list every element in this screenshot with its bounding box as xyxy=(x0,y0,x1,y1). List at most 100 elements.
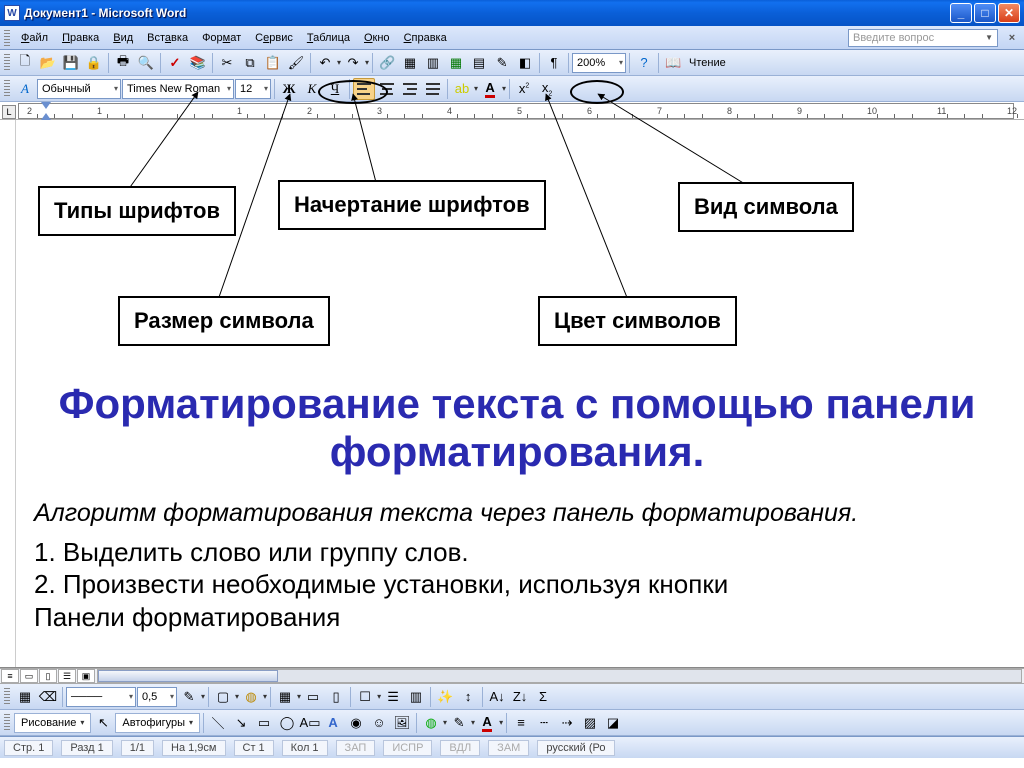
document-content[interactable]: Форматирование текста с помощью панели ф… xyxy=(34,380,1000,633)
toolbar-grip[interactable] xyxy=(4,714,10,732)
toolbar-grip[interactable] xyxy=(4,80,10,98)
maximize-button[interactable]: □ xyxy=(974,3,996,23)
superscript-button[interactable]: x2 xyxy=(513,78,535,100)
eraser-button[interactable]: ⌫ xyxy=(37,686,59,708)
menu-service[interactable]: Сервис xyxy=(248,29,300,47)
close-button[interactable]: ✕ xyxy=(998,3,1020,23)
font-combo[interactable]: Times New Roman ▾ xyxy=(122,79,234,99)
diagram-button[interactable]: ◉ xyxy=(345,712,367,734)
docmap-button[interactable]: ◧ xyxy=(514,52,536,74)
menu-table[interactable]: Таблица xyxy=(300,29,357,47)
italic-button[interactable]: К xyxy=(301,78,323,100)
menu-grip[interactable] xyxy=(4,30,10,46)
size-combo[interactable]: 12 ▾ xyxy=(235,79,271,99)
research-button[interactable]: 📚 xyxy=(187,52,209,74)
dist-rows-button[interactable]: ☰ xyxy=(382,686,404,708)
split-cells-button[interactable]: ▯ xyxy=(325,686,347,708)
borders-button[interactable]: ▢ xyxy=(212,686,234,708)
align-cell-button[interactable]: ☐ xyxy=(354,686,376,708)
ask-question-box[interactable]: Введите вопрос ▼ xyxy=(848,29,998,47)
page[interactable]: Типы шрифтов Начертание шрифтов Вид симв… xyxy=(18,120,1016,667)
menu-format[interactable]: Формат xyxy=(195,29,248,47)
autosum-button[interactable]: Σ xyxy=(532,686,554,708)
text-direction-button[interactable]: ↕ xyxy=(457,686,479,708)
fill-color-button[interactable]: ◍ xyxy=(420,712,442,734)
save-button[interactable]: 💾 xyxy=(60,52,82,74)
select-arrow-button[interactable]: ↖ xyxy=(92,712,114,734)
font-color-button[interactable]: A xyxy=(479,78,501,100)
vertical-ruler[interactable] xyxy=(0,120,16,667)
align-left-button[interactable] xyxy=(353,78,375,100)
cut-button[interactable]: ✂ xyxy=(216,52,238,74)
menu-file[interactable]: Файл xyxy=(14,29,55,47)
align-center-button[interactable] xyxy=(376,78,398,100)
format-painter-button[interactable]: 🖌 xyxy=(285,52,307,74)
status-ext[interactable]: ВДЛ xyxy=(440,740,480,756)
horizontal-ruler[interactable]: 21123456789101112 xyxy=(18,103,1014,119)
reading-layout-label[interactable]: Чтение xyxy=(685,57,730,69)
draw-table-button[interactable]: ▦ xyxy=(14,686,36,708)
arrow-button[interactable]: ↘ xyxy=(230,712,252,734)
print-button[interactable]: 🖶 xyxy=(112,52,134,74)
view-reading[interactable]: ▣ xyxy=(77,669,95,683)
shading-button[interactable]: ◍ xyxy=(240,686,262,708)
merge-cells-button[interactable]: ▭ xyxy=(302,686,324,708)
tables-borders-button[interactable]: ▦ xyxy=(399,52,421,74)
oval-button[interactable]: ◯ xyxy=(276,712,298,734)
drawing-menu-button[interactable]: Рисование▾ xyxy=(14,713,91,733)
align-right-button[interactable] xyxy=(399,78,421,100)
textbox-button[interactable]: A▭ xyxy=(299,712,321,734)
menu-view[interactable]: Вид xyxy=(106,29,140,47)
menu-help[interactable]: Справка xyxy=(397,29,454,47)
3d-button[interactable]: ◪ xyxy=(602,712,624,734)
help-button[interactable]: ? xyxy=(633,52,655,74)
shadow-button[interactable]: ▨ xyxy=(579,712,601,734)
new-doc-button[interactable]: 🗋 xyxy=(14,52,36,74)
arrow-style-button[interactable]: ⇢ xyxy=(556,712,578,734)
permissions-button[interactable]: 🔒 xyxy=(83,52,105,74)
draw-font-color-button[interactable]: A xyxy=(476,712,498,734)
redo-button[interactable]: ↷ xyxy=(342,52,364,74)
line-color-button[interactable]: ✎ xyxy=(448,712,470,734)
reading-layout-icon[interactable]: 📖 xyxy=(662,52,684,74)
line-style-combo[interactable]: ────▾ xyxy=(66,687,136,707)
autoshapes-button[interactable]: Автофигуры▾ xyxy=(115,713,200,733)
tab-selector[interactable]: L xyxy=(2,105,16,119)
columns-button[interactable]: ▤ xyxy=(468,52,490,74)
undo-button[interactable]: ↶ xyxy=(314,52,336,74)
styles-pane-button[interactable]: A xyxy=(14,78,36,100)
view-normal[interactable]: ≡ xyxy=(1,669,19,683)
status-ovr[interactable]: ЗАМ xyxy=(488,740,529,756)
dash-style-button[interactable]: ┄ xyxy=(533,712,555,734)
insert-table-button2[interactable]: ▦ xyxy=(274,686,296,708)
menu-edit[interactable]: Правка xyxy=(55,29,106,47)
insert-excel-button[interactable]: ▦ xyxy=(445,52,467,74)
toolbar-grip[interactable] xyxy=(4,688,10,706)
pen-color-button[interactable]: ✎ xyxy=(178,686,200,708)
insert-table-button[interactable]: ▥ xyxy=(422,52,444,74)
wordart-button[interactable]: A xyxy=(322,712,344,734)
menu-window[interactable]: Окно xyxy=(357,29,397,47)
status-rec[interactable]: ЗАП xyxy=(336,740,376,756)
document-close-button[interactable]: × xyxy=(1004,30,1020,46)
menu-insert[interactable]: Вставка xyxy=(140,29,195,47)
zoom-combo[interactable]: 200% ▾ xyxy=(572,53,626,73)
dist-cols-button[interactable]: ▥ xyxy=(405,686,427,708)
clipart-button[interactable]: ☺ xyxy=(368,712,390,734)
spellcheck-button[interactable]: ✓ xyxy=(164,52,186,74)
style-combo[interactable]: Обычный ▾ xyxy=(37,79,121,99)
line-style-button[interactable]: ≡ xyxy=(510,712,532,734)
status-lang[interactable]: русский (Ро xyxy=(537,740,614,756)
status-trk[interactable]: ИСПР xyxy=(383,740,432,756)
picture-button[interactable]: 🖼 xyxy=(391,712,413,734)
minimize-button[interactable]: _ xyxy=(950,3,972,23)
line-weight-combo[interactable]: 0,5▾ xyxy=(137,687,177,707)
scrollbar-thumb[interactable] xyxy=(98,670,278,682)
hyperlink-button[interactable]: 🔗 xyxy=(376,52,398,74)
align-justify-button[interactable] xyxy=(422,78,444,100)
view-outline[interactable]: ☰ xyxy=(58,669,76,683)
line-button[interactable]: ＼ xyxy=(207,712,229,734)
copy-button[interactable]: ⧉ xyxy=(239,52,261,74)
drawing-toggle-button[interactable]: ✎ xyxy=(491,52,513,74)
autoformat-button[interactable]: ✨ xyxy=(434,686,456,708)
